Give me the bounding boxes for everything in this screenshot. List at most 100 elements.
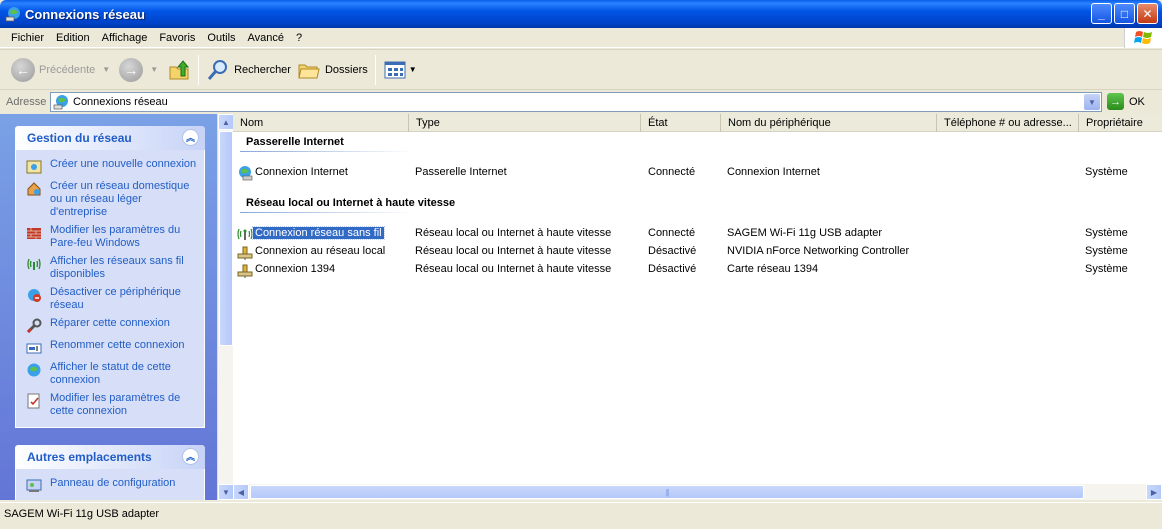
address-input[interactable]: Connexions réseau ▼	[50, 92, 1102, 112]
horizontal-scrollbar[interactable]: ◀ ||| ▶	[233, 484, 1162, 500]
task-view-wireless[interactable]: Afficher les réseaux sans fil disponible…	[16, 253, 204, 284]
views-button[interactable]: ▼	[380, 54, 426, 86]
group-divider	[240, 212, 415, 213]
back-button[interactable]: ← Précédente	[8, 54, 98, 86]
row-type: Passerelle Internet	[415, 166, 507, 178]
column-name[interactable]: Nom	[233, 114, 409, 132]
forward-arrow-icon: →	[119, 57, 144, 82]
other-places-header[interactable]: Autres emplacements ︽	[15, 445, 205, 469]
table-row[interactable]: Connexion 1394 Réseau local ou Internet …	[233, 262, 1162, 278]
scroll-left-icon[interactable]: ◀	[233, 484, 249, 500]
task-disable-device[interactable]: Désactiver ce périphérique réseau	[16, 284, 204, 315]
task-rename-connection[interactable]: Renommer cette connexion	[16, 337, 204, 359]
lan-connection-icon	[237, 246, 253, 260]
network-connections-icon	[53, 95, 68, 110]
scroll-thumb[interactable]: |||	[250, 485, 1084, 499]
scroll-thumb[interactable]	[219, 131, 233, 346]
other-places-title: Autres emplacements	[27, 450, 152, 464]
folders-label: Dossiers	[324, 63, 368, 76]
maximize-button[interactable]: □	[1114, 3, 1135, 24]
vertical-scrollbar[interactable]: ▲ ▼	[217, 114, 234, 500]
close-button[interactable]: ✕	[1137, 3, 1158, 24]
collapse-icon[interactable]: ︽	[182, 448, 199, 465]
back-label: Précédente	[39, 63, 96, 76]
task-repair-connection[interactable]: Réparer cette connexion	[16, 315, 204, 337]
menu-outils[interactable]: Outils	[201, 32, 241, 44]
address-label: Adresse	[6, 96, 47, 108]
status-bar: SAGEM Wi-Fi 11g USB adapter	[0, 502, 1162, 529]
minimize-button[interactable]: _	[1091, 3, 1112, 24]
back-dropdown-icon[interactable]: ▼	[102, 65, 110, 74]
other-places-panel: Autres emplacements ︽ Panneau de configu…	[15, 445, 205, 500]
forward-dropdown-icon[interactable]: ▼	[150, 65, 158, 74]
firewall-icon	[27, 228, 41, 239]
search-icon	[207, 59, 228, 80]
toolbar: ← Précédente ▼ → ▼ Rechercher Dossiers ▼	[0, 49, 1162, 90]
menu-affichage[interactable]: Affichage	[96, 32, 154, 44]
network-tasks-panel: Gestion du réseau ︽ Créer une nouvelle c…	[15, 126, 205, 428]
disable-device-icon	[28, 289, 41, 302]
title-bar[interactable]: Connexions réseau _ □ ✕	[0, 0, 1162, 28]
task-change-settings[interactable]: Modifier les paramètres de cette connexi…	[16, 390, 204, 421]
menu-bar: Fichier Edition Affichage Favoris Outils…	[0, 28, 1162, 48]
up-folder-button[interactable]	[164, 54, 194, 86]
collapse-icon[interactable]: ︽	[182, 129, 199, 146]
task-firewall[interactable]: Modifier les paramètres du Pare-feu Wind…	[16, 222, 204, 253]
network-connections-icon	[5, 7, 20, 22]
internet-gateway-icon	[239, 166, 253, 181]
network-tasks-header[interactable]: Gestion du réseau ︽	[15, 126, 205, 150]
status-text: SAGEM Wi-Fi 11g USB adapter	[4, 508, 160, 520]
column-phone[interactable]: Téléphone # ou adresse...	[937, 114, 1079, 132]
settings-icon	[27, 393, 40, 409]
window-title: Connexions réseau	[25, 6, 145, 22]
new-connection-icon	[26, 160, 42, 174]
menu-help[interactable]: ?	[290, 32, 308, 44]
row-device: Carte réseau 1394	[727, 263, 819, 275]
go-button[interactable]: → OK	[1107, 93, 1145, 110]
task-view-status[interactable]: Afficher le statut de cette connexion	[16, 359, 204, 390]
column-device[interactable]: Nom du périphérique	[721, 114, 937, 132]
task-control-panel[interactable]: Panneau de configuration	[16, 475, 204, 497]
toolbar-separator	[198, 54, 200, 85]
group-title: Passerelle Internet	[246, 136, 344, 148]
table-row[interactable]: Connexion Internet Passerelle Internet C…	[233, 165, 1162, 181]
task-create-connection[interactable]: Créer une nouvelle connexion	[16, 156, 204, 178]
control-panel-icon	[26, 479, 42, 492]
folders-icon	[298, 64, 320, 78]
column-owner[interactable]: Propriétaire	[1079, 114, 1162, 132]
search-label: Rechercher	[234, 63, 291, 76]
folders-button[interactable]: Dossiers	[294, 54, 371, 86]
search-button[interactable]: Rechercher	[203, 54, 294, 86]
scroll-up-icon[interactable]: ▲	[218, 114, 234, 130]
go-arrow-icon: →	[1107, 93, 1124, 110]
list-header: Nom Type État Nom du périphérique Téléph…	[233, 114, 1162, 132]
menu-avance[interactable]: Avancé	[242, 32, 291, 44]
menu-edition[interactable]: Edition	[50, 32, 96, 44]
views-icon	[384, 61, 406, 78]
menu-fichier[interactable]: Fichier	[5, 32, 50, 44]
row-type: Réseau local ou Internet à haute vitesse	[415, 227, 612, 239]
row-type: Réseau local ou Internet à haute vitesse	[415, 263, 612, 275]
row-name: Connexion réseau sans fil	[252, 226, 385, 240]
home-network-icon	[27, 182, 41, 196]
toolbar-separator	[374, 54, 376, 85]
wireless-icon	[27, 258, 41, 270]
table-row[interactable]: Connexion réseau sans fil Réseau local o…	[233, 226, 1162, 242]
task-home-network[interactable]: Créer un réseau domestique ou un réseau …	[16, 178, 204, 222]
row-owner: Système	[1085, 263, 1128, 275]
scroll-down-icon[interactable]: ▼	[218, 484, 234, 500]
task-pane: Gestion du réseau ︽ Créer une nouvelle c…	[0, 114, 217, 500]
scroll-right-icon[interactable]: ▶	[1146, 484, 1162, 500]
row-owner: Système	[1085, 245, 1128, 257]
forward-button[interactable]: →	[116, 54, 146, 86]
go-label: OK	[1129, 95, 1145, 108]
row-owner: Système	[1085, 227, 1128, 239]
address-dropdown-icon[interactable]: ▼	[1084, 94, 1100, 110]
status-icon	[27, 363, 41, 377]
table-row[interactable]: Connexion au réseau local Réseau local o…	[233, 244, 1162, 260]
row-device: Connexion Internet	[727, 166, 820, 178]
row-device: SAGEM Wi-Fi 11g USB adapter	[727, 227, 883, 239]
column-state[interactable]: État	[641, 114, 721, 132]
column-type[interactable]: Type	[409, 114, 641, 132]
menu-favoris[interactable]: Favoris	[153, 32, 201, 44]
